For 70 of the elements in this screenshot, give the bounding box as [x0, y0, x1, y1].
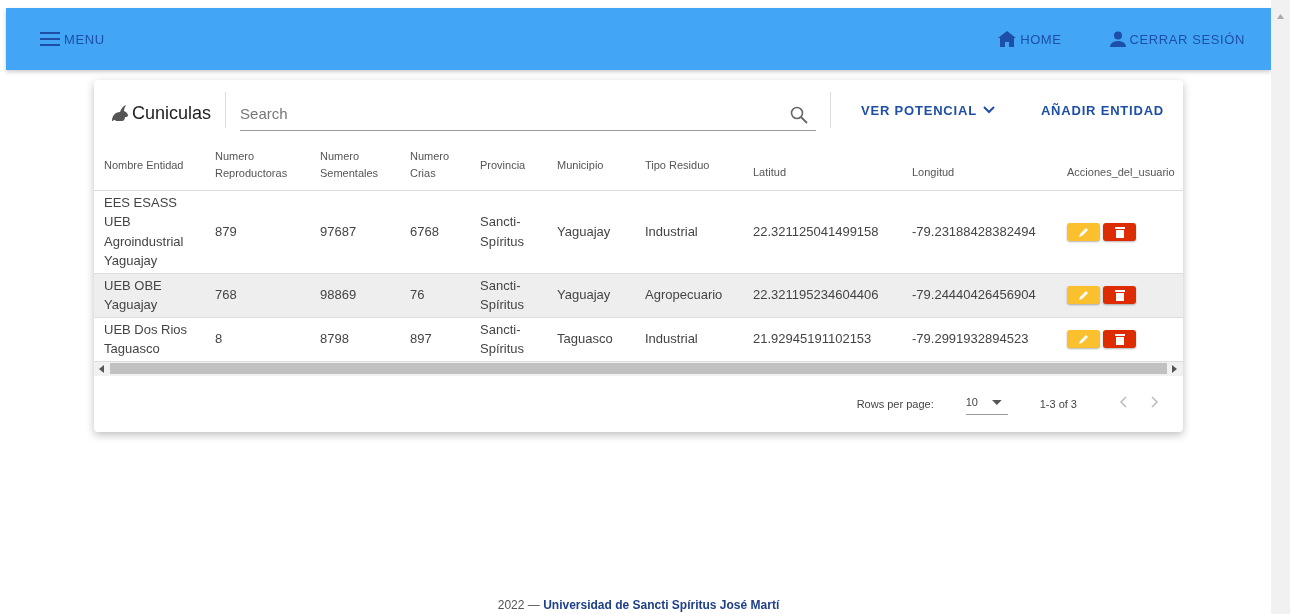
- column-header: Provincia: [470, 140, 547, 190]
- column-header: Acciones_del_usuario: [1057, 140, 1183, 190]
- column-header: Latitud: [743, 140, 902, 190]
- menu-icon: [40, 32, 60, 46]
- column-header: Municipio: [547, 140, 635, 190]
- table-row[interactable]: UEB Dos Rios Taguasco 8 8798 897 Sancti-Spíritus Taguasco Industrial 21.92945191102153 -79.2991932894523: [94, 317, 1183, 361]
- trash-icon: [1114, 289, 1125, 301]
- table-cell: EES ESASS UEB Agroindustrial Yaguajay: [104, 194, 184, 268]
- scroll-left-icon: [99, 364, 105, 373]
- table-cell: -79.23188428382494: [912, 223, 1036, 239]
- trash-icon: [1114, 333, 1125, 345]
- delete-button[interactable]: [1103, 222, 1136, 241]
- table-cell: 97687: [320, 223, 357, 239]
- table-row[interactable]: EES ESASS UEB Agroindustrial Yaguajay 879 97687 6768 Sancti-Spíritus Yaguajay Industrial 22.321125041499158 -79.23188428382494: [94, 190, 1183, 273]
- table-cell: Industrial: [645, 223, 698, 239]
- table-cell: UEB Dos Rios Taguasco: [104, 321, 188, 356]
- table-cell: UEB OBE Yaguajay: [104, 277, 162, 312]
- table-cell: Sancti-Spíritus: [480, 321, 525, 356]
- table-cell: 6768: [410, 223, 439, 239]
- table-row[interactable]: UEB OBE Yaguajay 768 98869 76 Sancti-Spíritus Yaguajay Agropecuario 22.321195234604406 -79.24440426456904: [94, 273, 1183, 317]
- table-cell: -79.24440426456904: [912, 287, 1036, 303]
- table-cell: 22.321195234604406: [753, 287, 879, 303]
- search-field[interactable]: Search: [240, 97, 817, 131]
- table-cell: 879: [215, 223, 237, 239]
- table-cell: 897: [410, 331, 432, 347]
- rows-per-page-label: Rows per page:: [856, 397, 934, 410]
- add-entity-button[interactable]: AÑADIR ENTIDAD: [1040, 98, 1165, 122]
- column-header: Numero Crias: [400, 140, 470, 190]
- column-header: Longitud: [902, 140, 1057, 190]
- vertical-scrollbar[interactable]: [1271, 0, 1290, 614]
- table-cell: 76: [410, 287, 425, 303]
- table-cell: Sancti-Spíritus: [480, 277, 525, 312]
- table-cell: Industrial: [645, 331, 698, 347]
- table-cell: 8: [215, 331, 223, 347]
- column-header: Numero Sementales: [310, 140, 400, 190]
- home-icon: [998, 31, 1017, 47]
- table-cell: 21.92945191102153: [753, 331, 872, 347]
- column-header: Numero Reproductoras: [205, 140, 310, 190]
- potential-dropdown-button[interactable]: VER POTENCIAL: [861, 98, 995, 122]
- delete-button[interactable]: [1103, 330, 1136, 348]
- footer-text: 2022 — Universidad de Sancti Spíritus José Martí: [497, 598, 780, 612]
- page-range: 1-3 of 3: [1039, 397, 1077, 410]
- table-cell: Sancti-Spíritus: [480, 214, 525, 249]
- scroll-right-icon: [1172, 364, 1178, 373]
- table-cell: Taguasco: [557, 331, 613, 347]
- scroll-up-icon: [1277, 14, 1284, 19]
- table-cell: 8798: [320, 331, 349, 347]
- table-cell: Yaguajay: [557, 287, 611, 303]
- rows-per-page-select[interactable]: 10: [965, 392, 1008, 415]
- delete-button[interactable]: [1103, 286, 1136, 304]
- pencil-icon: [1077, 225, 1090, 238]
- table-cell: 768: [215, 287, 237, 303]
- chevron-right-icon: [1151, 396, 1159, 408]
- pencil-icon: [1077, 289, 1090, 301]
- table-cell: 22.321125041499158: [753, 223, 879, 239]
- column-header: Nombre Entidad: [94, 140, 205, 190]
- chevron-left-icon: [1119, 396, 1127, 408]
- table-cell: Yaguajay: [557, 223, 611, 239]
- table-cell: 98869: [320, 287, 357, 303]
- rabbit-icon: [110, 104, 130, 122]
- trash-icon: [1114, 225, 1125, 238]
- table-cell: -79.2991932894523: [912, 331, 1029, 347]
- dropdown-arrow-icon: [991, 399, 1002, 405]
- table-cell: Agropecuario: [645, 287, 723, 303]
- chevron-down-icon: [982, 106, 995, 114]
- column-header: Tipo Residuo: [635, 140, 743, 190]
- person-icon: [1109, 31, 1126, 47]
- card-title: Cuniculas: [132, 102, 212, 124]
- search-icon: [790, 105, 809, 124]
- pencil-icon: [1077, 333, 1090, 345]
